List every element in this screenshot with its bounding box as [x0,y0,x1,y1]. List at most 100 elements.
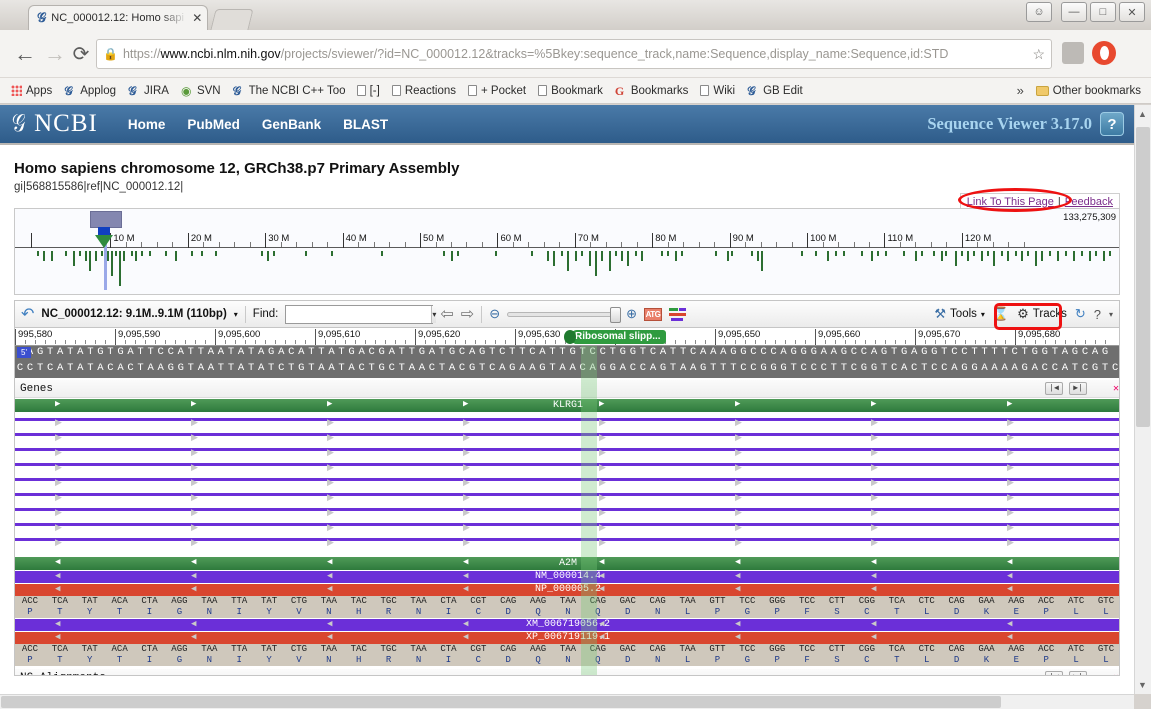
scroll-down-icon[interactable]: ▼ [1138,680,1147,690]
gene-bar-forward[interactable]: KLRG1 ▶ ▶ ▶ ▶ ▶ ▶ ▶ ▶ [15,399,1119,412]
transcript-line[interactable]: ▶ ▶ ▶ ▶ ▶ ▶ ▶ ▶ [15,522,1119,532]
address-bar[interactable]: 🔒 https://www.ncbi.nlm.nih.gov/projects/… [96,39,1052,69]
overview-position-marker[interactable] [95,227,113,248]
tracks-button[interactable]: ⚙ Tracks [1017,306,1067,322]
bookmark-item-gb-edit[interactable]: 𝒢 GB Edit [742,82,808,99]
tools-button[interactable]: ⚒ Tools ▾ [934,306,985,322]
gene-bar-reverse[interactable]: A2M ◀ ◀ ◀ ◀ ◀ ◀ ◀ ◀ [15,557,1119,570]
horizontal-scrollbar[interactable] [0,694,1134,709]
overview-density-mark [101,251,103,256]
refresh-icon[interactable]: ↻ [1075,306,1086,322]
scroll-up-icon[interactable]: ▲ [1138,109,1147,119]
ruler-minor-tick [925,340,926,344]
overview-density-mark [531,251,533,256]
track-expand-button[interactable]: ▶| [1069,382,1087,395]
bookmark-item-apps[interactable]: Apps [6,83,57,99]
bookmark-item-[interactable]: [-] [352,83,385,99]
nav-link-pubmed[interactable]: PubMed [187,117,240,132]
track-collapse-button[interactable]: |◀ [1045,382,1063,395]
hourglass-icon[interactable]: ⌛ [993,306,1009,322]
cds-xp[interactable]: XP_006719119.1 ◀ ◀ ◀ ◀ ◀ ◀ ◀ ◀ [15,632,1119,644]
overview-minor-tick [590,242,592,247]
nav-link-genbank[interactable]: GenBank [262,117,321,132]
bookmark-item-applog[interactable]: 𝒢 Applog [59,82,121,99]
close-button[interactable]: ✕ [1119,2,1145,22]
location-label[interactable]: NC_000012.12: 9.1M..9.1M (110bp) [41,308,226,320]
undo-icon[interactable]: ↶ [21,304,34,324]
search-input[interactable] [286,305,432,323]
help-caret-icon[interactable]: ▾ [1109,310,1113,319]
transcript-xm[interactable]: XM_006719056.2 ◀ ◀ ◀ ◀ ◀ ◀ ◀ ◀ [15,619,1119,631]
bookmark-star-icon[interactable]: ☆ [1032,46,1045,63]
extension-icon-2[interactable] [1092,41,1116,65]
transcript-nm[interactable]: NM_000014.4 ◀ ◀ ◀ ◀ ◀ ◀ ◀ ◀ [15,571,1119,583]
app-title: Sequence Viewer 3.17.0 [927,114,1092,133]
zoom-slider[interactable] [507,306,622,323]
transcript-line[interactable]: ▶ ▶ ▶ ▶ ▶ ▶ ▶ ▶ [15,477,1119,487]
bookmark-item-wiki[interactable]: Wiki [695,83,740,99]
bookmark-item-jira[interactable]: 𝒢 JIRA [123,82,174,99]
chevron-down-icon[interactable]: ▾ [431,305,437,323]
ncbi-logo[interactable]: 𝒢 NCBI [10,110,98,138]
transcript-line[interactable]: ▶ ▶ ▶ ▶ ▶ ▶ ▶ ▶ [15,462,1119,472]
bookmark-item-the-ncbi-c-toolkit[interactable]: 𝒢 The NCBI C++ Toolkit [228,82,350,99]
forward-icon[interactable]: → [42,41,68,67]
transcript-line[interactable]: ▶ ▶ ▶ ▶ ▶ ▶ ▶ ▶ [15,537,1119,547]
transcript-line[interactable]: ▶ ▶ ▶ ▶ ▶ ▶ ▶ ▶ [15,417,1119,427]
atg-icon[interactable]: ATG [644,307,662,321]
cds-np[interactable]: NP_000005.2 ◀ ◀ ◀ ◀ ◀ ◀ ◀ ◀ [15,584,1119,596]
zoom-in-icon[interactable]: ⊕ [626,306,637,322]
previous-icon[interactable]: ⇦ [440,304,453,324]
bookmark-item-bookmark[interactable]: Bookmark [533,83,608,99]
reload-icon[interactable]: ⟳ [68,41,94,66]
strand-arrow-icon: ▶ [735,492,742,502]
nav-link-blast[interactable]: BLAST [343,117,388,132]
back-icon[interactable]: ← [12,41,38,67]
strand-arrow-icon: ◀ [463,619,469,629]
nav-link-home[interactable]: Home [128,117,166,132]
ng-alignments-track-header[interactable]: NG Alignments |◀ ▶| ✕ [15,669,1119,675]
zoom-slider-handle[interactable] [610,306,622,323]
overview-selection-box[interactable] [90,211,122,228]
grid-icon [11,85,22,96]
next-icon[interactable]: ⇨ [461,304,474,324]
link-to-this-page[interactable]: Link To This Page [967,196,1054,208]
bookmark-label: Bookmark [551,84,603,97]
transcript-line[interactable]: ▶ ▶ ▶ ▶ ▶ ▶ ▶ ▶ [15,432,1119,442]
find-field[interactable]: ▾ [285,304,437,324]
bookmarks-overflow-icon[interactable]: » [1007,83,1034,98]
transcript-line[interactable]: ▶ ▶ ▶ ▶ ▶ ▶ ▶ ▶ [15,447,1119,457]
chromosome-overview[interactable]: 10 M 20 M 30 M 40 M 50 M 60 M 70 M 80 M 90 M 100 … [14,208,1120,295]
vertical-scrollbar[interactable]: ▲ ▼ [1134,105,1151,694]
ng-expand-button[interactable]: ▶| [1069,671,1087,675]
horizontal-scroll-thumb[interactable] [1,696,1001,708]
genes-track-header[interactable]: Genes |◀ ▶| ✕ [15,380,1119,399]
vertical-scroll-thumb[interactable] [1136,127,1150,427]
ng-close-icon[interactable]: ✕ [1113,670,1119,675]
feedback-link[interactable]: Feedback [1065,196,1113,208]
ng-collapse-button[interactable]: |◀ [1045,671,1063,675]
minimize-button[interactable]: — [1061,2,1087,22]
sequence-view-pane[interactable]: 995,580 9,095,590 9,095,600 9,095,610 9,095,… [14,328,1120,676]
transcript-line[interactable]: ▶ ▶ ▶ ▶ ▶ ▶ ▶ ▶ [15,492,1119,502]
ribosomal-slippage-badge[interactable]: Ribosomal slipp... [564,330,666,344]
help-question-icon[interactable]: ? [1094,307,1101,322]
zoom-out-icon[interactable]: ⊖ [489,306,500,322]
extension-icon-1[interactable] [1062,42,1084,64]
tab-close-icon[interactable]: ✕ [192,11,202,25]
other-bookmarks-folder[interactable]: Other bookmarks [1035,85,1145,97]
maximize-button[interactable]: □ [1090,2,1116,22]
help-icon[interactable]: ? [1100,112,1124,136]
transcript-line[interactable]: ▶ ▶ ▶ ▶ ▶ ▶ ▶ ▶ [15,507,1119,517]
strand-arrow-icon: ◀ [55,632,61,642]
new-tab-button[interactable] [210,9,254,30]
bookmark-item-pocket[interactable]: + Pocket [463,83,531,99]
user-profile-icon[interactable]: ☺ [1026,2,1052,22]
bookmark-item-svn[interactable]: ◉ SVN [176,82,226,99]
track-close-icon[interactable]: ✕ [1113,381,1119,399]
alignment-icon[interactable] [669,307,686,321]
location-caret-icon[interactable]: ▾ [234,310,238,319]
browser-tab[interactable]: 𝒢 NC_000012.12: Homo sapi ✕ [28,5,208,30]
bookmark-item-reactions[interactable]: Reactions [387,83,461,99]
bookmark-item-bookmarks[interactable]: G Bookmarks [610,82,694,99]
